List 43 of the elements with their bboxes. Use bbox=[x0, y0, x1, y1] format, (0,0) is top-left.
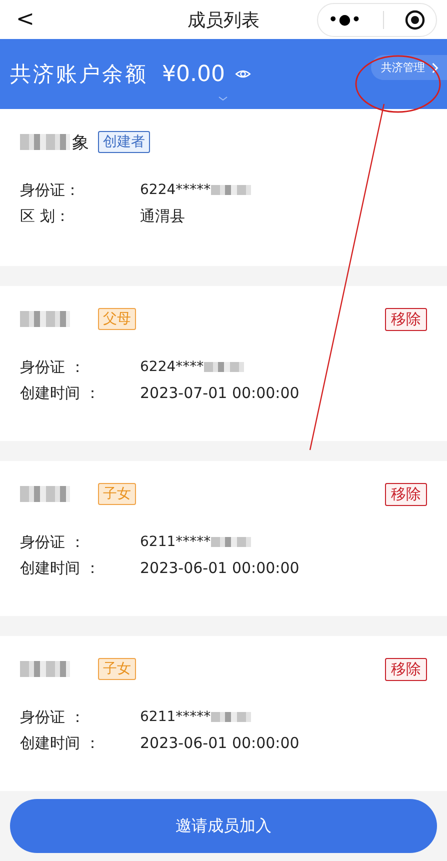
blurred-name bbox=[20, 661, 70, 677]
more-button[interactable]: •●• bbox=[328, 12, 362, 28]
blurred-number bbox=[210, 185, 251, 195]
balance-label: 共济账户余额 bbox=[10, 61, 148, 88]
remove-button[interactable]: 移除 bbox=[385, 482, 427, 506]
field-label: 身份证 ： bbox=[20, 358, 86, 376]
field-value: 2023-07-01 00:00:00 bbox=[140, 384, 300, 402]
eye-icon[interactable] bbox=[234, 68, 251, 80]
back-button[interactable]: < bbox=[16, 7, 34, 32]
field-label: 创建时间 ： bbox=[20, 734, 101, 752]
field-label: 身份证 ： bbox=[20, 708, 86, 726]
field-label: 身份证： bbox=[20, 180, 81, 200]
blurred-number bbox=[210, 537, 251, 547]
field-label: 创建时间 ： bbox=[20, 384, 101, 402]
remove-button[interactable]: 移除 bbox=[385, 308, 427, 330]
invite-button[interactable]: 邀请成员加入 bbox=[10, 799, 437, 853]
chevron-right-icon bbox=[431, 62, 439, 74]
member-name: 象 bbox=[72, 132, 89, 154]
blurred-name bbox=[20, 134, 70, 150]
role-tag: 子女 bbox=[98, 658, 136, 680]
field-value: 6224**** bbox=[140, 359, 204, 375]
field-value: 2023-06-01 00:00:00 bbox=[140, 559, 300, 577]
blurred-number bbox=[210, 712, 251, 722]
field-label: 创建时间 ： bbox=[20, 558, 101, 578]
field-value: 6224***** bbox=[140, 182, 211, 198]
field-value: 6211***** bbox=[140, 709, 211, 725]
role-tag: 子女 bbox=[98, 483, 136, 505]
blurred-name bbox=[20, 486, 70, 502]
field-value: 通渭县 bbox=[140, 206, 185, 226]
blurred-number bbox=[204, 362, 244, 372]
chevron-down-icon[interactable] bbox=[218, 96, 228, 101]
blurred-name bbox=[20, 311, 70, 327]
role-tag: 创建者 bbox=[98, 131, 150, 153]
remove-button[interactable]: 移除 bbox=[385, 658, 427, 680]
page-title: 成员列表 bbox=[186, 8, 260, 32]
manage-button[interactable]: 共济管理 bbox=[371, 55, 447, 80]
field-label: 身份证 ： bbox=[20, 532, 86, 552]
role-tag: 父母 bbox=[98, 308, 136, 330]
field-value: 6211***** bbox=[140, 534, 211, 550]
close-mini-program-icon[interactable] bbox=[405, 10, 426, 30]
field-value: 2023-06-01 00:00:00 bbox=[140, 734, 300, 752]
field-label: 区 划： bbox=[20, 206, 71, 226]
balance-amount: ¥0.00 bbox=[162, 62, 225, 87]
